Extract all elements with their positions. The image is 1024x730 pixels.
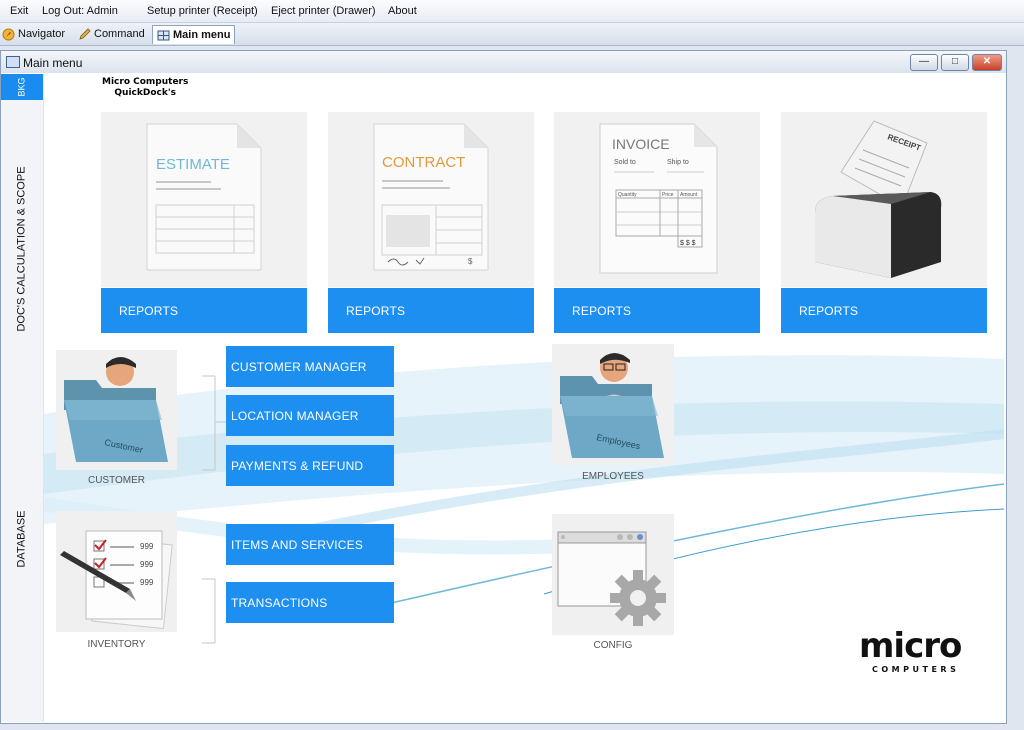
invoice-card[interactable]: INVOICE Sold to Ship to Quantity Price A… [554, 112, 760, 287]
invoice-ship-to: Ship to [667, 159, 689, 166]
contract-card[interactable]: CONTRACT $ [328, 112, 534, 287]
contract-reports-button[interactable]: REPORTS [328, 288, 534, 333]
invoice-amount: Amount [680, 192, 698, 198]
menu-setup-printer[interactable]: Setup printer (Receipt) [147, 5, 258, 17]
inventory-caption: INVENTORY [87, 639, 146, 650]
contract-document-icon: CONTRACT $ [373, 123, 489, 271]
brand-line2: QuickDock's [114, 88, 176, 98]
window-title: Main menu [23, 56, 83, 70]
location-manager-button[interactable]: LOCATION MANAGER [226, 395, 394, 436]
menu-logout[interactable]: Log Out: Admin [42, 5, 118, 17]
inventory-num1: 999 [140, 542, 154, 551]
customer-icon-tile[interactable]: Customer [56, 350, 177, 470]
employees-folder-icon: Employees [560, 353, 664, 458]
brand-line1: Micro Computers [102, 77, 189, 87]
window-grid-icon [6, 56, 20, 68]
svg-text:$: $ [468, 257, 473, 266]
invoice-dollars: $ $ $ [680, 240, 696, 247]
side-tab-database-label: DATABASE [16, 510, 28, 568]
customer-manager-button[interactable]: CUSTOMER MANAGER [226, 346, 394, 387]
config-caption: CONFIG [593, 640, 633, 651]
inventory-num2: 999 [140, 560, 154, 569]
estimate-word: ESTIMATE [156, 156, 230, 173]
side-tab-docs-label: DOC'S CALCULATION & SCOPE [16, 166, 29, 332]
side-tab-bkg-label: BKG [16, 77, 27, 97]
tab-command-label: Command [94, 28, 145, 40]
customer-caption: CUSTOMER [87, 475, 146, 486]
menu-about[interactable]: About [388, 5, 417, 17]
customer-folder-icon: Customer [64, 357, 168, 462]
close-button[interactable]: ✕ [972, 54, 1002, 71]
tab-main-menu-label: Main menu [173, 29, 231, 41]
items-services-button[interactable]: ITEMS AND SERVICES [226, 524, 394, 565]
side-tab-database[interactable]: DATABASE [1, 454, 43, 624]
contract-word: CONTRACT [382, 154, 465, 171]
invoice-sold-to: Sold to [614, 159, 636, 166]
menu-bar: Exit Log Out: Admin Setup printer (Recei… [0, 0, 1024, 23]
invoice-reports-button[interactable]: REPORTS [554, 288, 760, 333]
menu-exit[interactable]: Exit [10, 5, 28, 17]
menu-eject-printer[interactable]: Eject printer (Drawer) [271, 5, 376, 17]
invoice-price: Price [662, 192, 674, 198]
estimate-card[interactable]: ESTIMATE [101, 112, 307, 287]
maximize-button[interactable]: □ [941, 54, 969, 71]
receipt-card[interactable]: RECEIPT [781, 112, 987, 287]
invoice-quantity: Quantity [618, 192, 637, 198]
document-tab-bar: Navigator Command Main menu [0, 23, 1024, 46]
employees-caption: EMPLOYEES [582, 471, 644, 482]
transactions-button[interactable]: TRANSACTIONS [226, 582, 394, 623]
inventory-checklist-icon: 999 999 999 [60, 530, 173, 630]
inventory-num3: 999 [140, 578, 154, 587]
logo-graphic: micro COMPUTERS [859, 626, 962, 674]
side-tab-bar: BKG DOC'S CALCULATION & SCOPE DATABASE [1, 74, 44, 722]
payments-refund-button[interactable]: PAYMENTS & REFUND [226, 445, 394, 486]
tab-navigator-label: Navigator [18, 28, 66, 40]
main-menu-window: Main menu — □ ✕ BKG DOC'S CALCULATION & … [0, 50, 1007, 724]
logo-sub: COMPUTERS [872, 665, 959, 674]
logo-word: micro [859, 626, 961, 666]
inventory-icon-tile[interactable]: 999 999 999 [56, 511, 177, 632]
minimize-button[interactable]: — [910, 54, 938, 71]
grid-icon [157, 30, 170, 40]
tab-command[interactable]: Command [74, 25, 149, 43]
employees-icon-tile[interactable]: Employees [552, 344, 674, 465]
side-tab-docs[interactable]: DOC'S CALCULATION & SCOPE [1, 134, 43, 364]
tab-navigator[interactable]: Navigator [0, 25, 69, 43]
invoice-document-icon: INVOICE Sold to Ship to Quantity Price A… [599, 123, 718, 274]
config-icon-tile[interactable] [552, 514, 674, 635]
config-gear-icon [557, 531, 666, 626]
receipt-printer-icon: RECEIPT [815, 120, 942, 278]
estimate-reports-button[interactable]: REPORTS [101, 288, 307, 333]
tab-main-menu[interactable]: Main menu [152, 25, 236, 44]
side-tab-bkg[interactable]: BKG [1, 74, 43, 100]
company-brand: Micro Computers QuickDock's [102, 77, 188, 99]
pencil-icon [79, 27, 91, 40]
micro-computers-logo: micro COMPUTERS [859, 626, 994, 676]
estimate-document-icon: ESTIMATE [146, 123, 262, 271]
invoice-word: INVOICE [612, 136, 670, 152]
main-content: Micro Computers QuickDock's ESTIMATE REP… [44, 74, 1004, 722]
window-titlebar: Main menu — □ ✕ [1, 51, 1006, 73]
navigator-icon [2, 28, 15, 40]
receipt-reports-button[interactable]: REPORTS [781, 288, 987, 333]
